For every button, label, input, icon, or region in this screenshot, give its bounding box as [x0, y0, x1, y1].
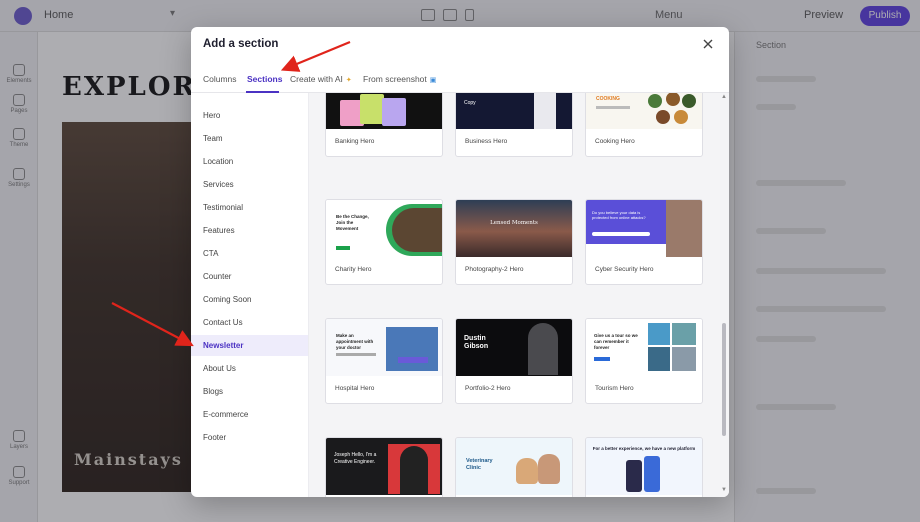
template-card-cyber-security-hero[interactable]: Do you believe your data is protected fr… — [585, 199, 703, 285]
template-card-tourism-hero[interactable]: Give us a tour so we can remember it for… — [585, 318, 703, 404]
scrollbar-thumb[interactable] — [722, 323, 726, 436]
template-label: Photography-2 Hero — [465, 266, 524, 273]
template-thumbnail: Copy — [456, 93, 572, 129]
scroll-down-icon[interactable]: ▼ — [721, 487, 727, 493]
add-section-modal: Add a section Columns Sections Create wi… — [191, 27, 729, 497]
template-thumbnail: Lensed Moments — [456, 200, 572, 257]
category-item-active[interactable]: Newsletter — [191, 335, 308, 356]
scroll-up-icon[interactable]: ▲ — [721, 94, 727, 100]
grid-scrollbar[interactable] — [719, 93, 729, 497]
modal-tabs: Columns Sections Create with AI ✦ From sc… — [191, 65, 729, 93]
category-item[interactable]: Location — [191, 151, 308, 172]
tab-columns[interactable]: Columns — [203, 74, 237, 84]
template-card-hospital-hero[interactable]: Make an appointment with your doctor Hos… — [325, 318, 443, 404]
template-thumbnail: Dustin Gibson — [456, 319, 572, 376]
template-label: Charity Hero — [335, 266, 372, 273]
template-thumbnail — [326, 93, 442, 129]
template-card-business-hero[interactable]: Copy Business Hero — [455, 93, 573, 157]
template-thumbnail: Make an appointment with your doctor — [326, 319, 442, 376]
template-thumbnail: Give us a tour so we can remember it for… — [586, 319, 702, 376]
category-item[interactable]: Coming Soon — [191, 289, 308, 310]
template-card-photography-2-hero[interactable]: Lensed Moments Photography-2 Hero — [455, 199, 573, 285]
category-item[interactable]: Hero — [191, 105, 308, 126]
category-item[interactable]: Contact Us — [191, 312, 308, 333]
template-thumbnail: Do you believe your data is protected fr… — [586, 200, 702, 257]
category-item[interactable]: Counter — [191, 266, 308, 287]
template-thumbnail: COOKING — [586, 93, 702, 129]
category-item[interactable]: Team — [191, 128, 308, 149]
template-card-banking-hero[interactable]: Banking Hero — [325, 93, 443, 157]
template-thumbnail: Joseph Hello, I'm a Creative Engineer. — [326, 438, 442, 495]
category-item[interactable]: CTA — [191, 243, 308, 264]
template-thumbnail: Veterinary Clinic — [456, 438, 572, 495]
category-item[interactable]: Testimonial — [191, 197, 308, 218]
template-card-portfolio-2-hero[interactable]: Dustin Gibson Portfolio-2 Hero — [455, 318, 573, 404]
template-label: Business Hero — [465, 138, 508, 145]
category-item[interactable]: Footer — [191, 427, 308, 448]
template-label: Tourism Hero — [595, 385, 634, 392]
template-label: Banking Hero — [335, 138, 375, 145]
tab-sections[interactable]: Sections — [247, 74, 282, 84]
template-label: Portfolio-2 Hero — [465, 385, 511, 392]
template-card-charity-hero[interactable]: Be the Change, Join the Movement Charity… — [325, 199, 443, 285]
close-icon[interactable] — [701, 37, 715, 51]
template-label: Hospital Hero — [335, 385, 375, 392]
category-item[interactable]: Blogs — [191, 381, 308, 402]
tab-from-screenshot[interactable]: From screenshot ▣ — [363, 74, 436, 84]
template-card-cooking-hero[interactable]: COOKING Cooking Hero — [585, 93, 703, 157]
template-label: Cooking Hero — [595, 138, 635, 145]
category-item[interactable]: Services — [191, 174, 308, 195]
category-item[interactable]: Features — [191, 220, 308, 241]
template-card[interactable]: Veterinary Clinic — [455, 437, 573, 497]
template-label: Cyber Security Hero — [595, 266, 654, 273]
template-thumbnail: Be the Change, Join the Movement — [326, 200, 442, 257]
category-list: Hero Team Location Services Testimonial … — [191, 93, 309, 497]
sparkle-icon: ✦ — [345, 77, 352, 84]
category-item[interactable]: About Us — [191, 358, 308, 379]
image-icon: ▣ — [429, 77, 437, 84]
modal-title: Add a section — [203, 38, 279, 50]
template-card[interactable]: For a better experience, we have a new p… — [585, 437, 703, 497]
tab-create-with-ai[interactable]: Create with AI ✦ — [290, 74, 352, 84]
template-card[interactable]: Joseph Hello, I'm a Creative Engineer. — [325, 437, 443, 497]
template-thumbnail: For a better experience, we have a new p… — [586, 438, 702, 495]
category-item[interactable]: E-commerce — [191, 404, 308, 425]
template-grid: Banking Hero Copy Business Hero COOKING … — [309, 93, 719, 497]
